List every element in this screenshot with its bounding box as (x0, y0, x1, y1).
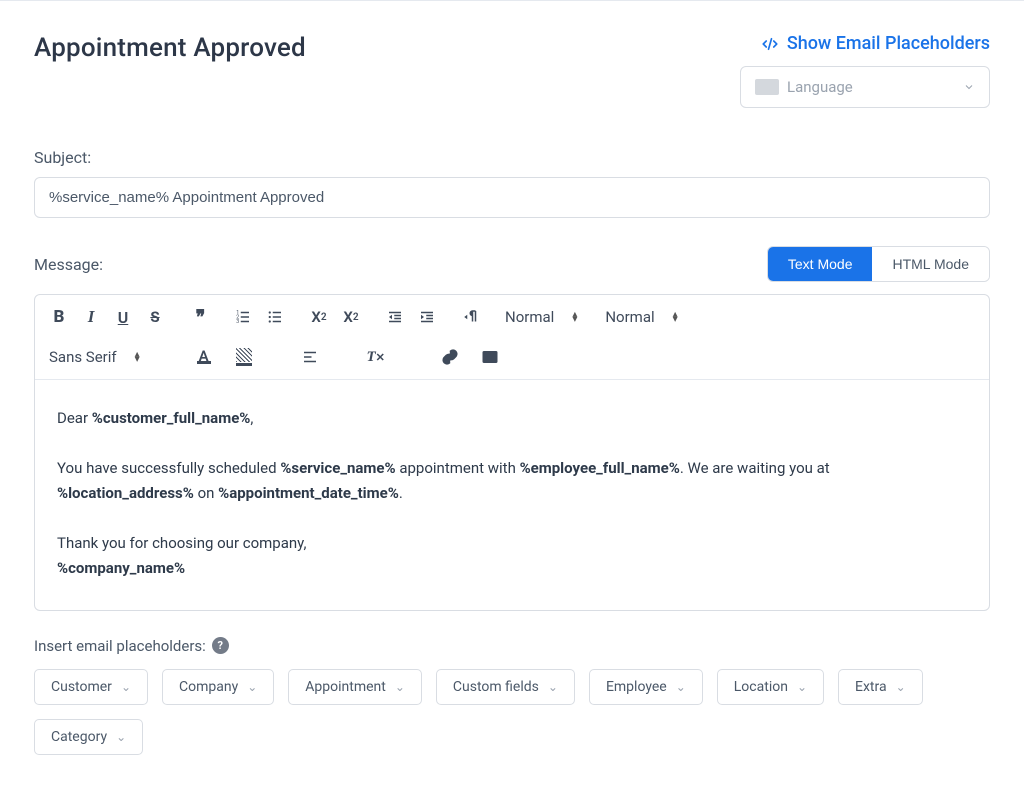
placeholder-pill-company[interactable]: Company ⌄ (162, 669, 274, 705)
placeholder-employee: %employee_full_name% (520, 459, 680, 477)
chevron-down-icon: ⌄ (247, 680, 257, 694)
message-editor: B I U S ❜❜ 123 X2 X2 (34, 294, 990, 611)
pill-label: Extra (855, 679, 887, 695)
body-text: Thank you for choosing our company, (57, 534, 306, 552)
superscript-button[interactable]: X2 (341, 305, 361, 329)
chevron-down-icon: ⌄ (395, 680, 405, 694)
pill-label: Company (179, 679, 238, 695)
help-icon[interactable]: ? (212, 637, 229, 654)
ordered-list-button[interactable]: 123 (233, 305, 253, 329)
code-icon (759, 35, 781, 53)
blockquote-button[interactable]: ❜❜ (189, 305, 209, 329)
body-text: appointment with (396, 459, 520, 477)
html-mode-button[interactable]: HTML Mode (872, 247, 989, 281)
placeholder-pill-customer[interactable]: Customer ⌄ (34, 669, 148, 705)
chevron-down-icon: ⌄ (121, 680, 131, 694)
body-text: Dear (57, 409, 92, 427)
body-text: , (250, 409, 253, 427)
outdent-button[interactable] (385, 305, 405, 329)
font-select-label: Sans Serif (49, 348, 117, 366)
flag-icon (755, 79, 779, 95)
placeholder-service: %service_name% (280, 459, 395, 477)
header-select[interactable]: Normal ▴▾ (505, 308, 581, 326)
message-label: Message: (34, 255, 103, 274)
header-select-label: Normal (505, 308, 554, 326)
link-button[interactable] (440, 345, 460, 369)
body-text: . We are waiting you at (680, 459, 830, 477)
mode-toggle: Text Mode HTML Mode (767, 246, 990, 282)
caret-updown-icon: ▴▾ (572, 312, 577, 322)
body-text: You have successfully scheduled (57, 459, 280, 477)
chevron-down-icon: ⌄ (896, 680, 906, 694)
caret-updown-icon: ▴▾ (673, 312, 678, 322)
body-text: . (399, 484, 403, 502)
placeholder-pill-appointment[interactable]: Appointment ⌄ (288, 669, 422, 705)
pill-label: Custom fields (453, 679, 539, 695)
placeholder-datetime: %appointment_date_time% (218, 484, 399, 502)
font-color-button[interactable]: A (194, 345, 214, 369)
insert-placeholders-label: Insert email placeholders: (34, 637, 206, 655)
header-row: Appointment Approved Show Email Placehol… (34, 33, 990, 108)
placeholder-location: %location_address% (57, 484, 194, 502)
indent-button[interactable] (417, 305, 437, 329)
placeholder-pill-employee[interactable]: Employee ⌄ (589, 669, 703, 705)
show-email-placeholders-link[interactable]: Show Email Placeholders (759, 33, 990, 54)
message-textarea[interactable]: Dear %customer_full_name%, You have succ… (35, 380, 989, 610)
pill-label: Customer (51, 679, 112, 695)
bold-button[interactable]: B (49, 305, 69, 329)
unordered-list-button[interactable] (265, 305, 285, 329)
font-select[interactable]: Sans Serif ▴▾ (49, 348, 144, 366)
page-title: Appointment Approved (34, 33, 306, 63)
placeholder-pills: Customer ⌄ Company ⌄ Appointment ⌄ Custom f… (34, 669, 990, 755)
strike-button[interactable]: S (145, 305, 165, 329)
placeholder-pill-location[interactable]: Location ⌄ (717, 669, 824, 705)
subscript-button[interactable]: X2 (309, 305, 329, 329)
subject-input[interactable] (34, 177, 990, 218)
chevron-down-icon: ⌄ (676, 680, 686, 694)
pill-label: Location (734, 679, 788, 695)
align-button[interactable] (300, 345, 320, 369)
language-placeholder: Language (787, 78, 853, 96)
show-placeholders-text: Show Email Placeholders (787, 33, 990, 54)
size-select-label: Normal (605, 308, 654, 326)
chevron-down-icon: ⌄ (797, 680, 807, 694)
placeholder-pill-extra[interactable]: Extra ⌄ (838, 669, 923, 705)
chevron-down-icon: ⌄ (548, 680, 558, 694)
direction-button[interactable] (461, 305, 481, 329)
italic-button[interactable]: I (81, 305, 101, 329)
underline-button[interactable]: U (113, 305, 133, 329)
pill-label: Appointment (305, 679, 386, 695)
text-mode-button[interactable]: Text Mode (768, 247, 873, 281)
language-select[interactable]: Language (740, 66, 990, 108)
placeholder-company: %company_name% (57, 559, 185, 577)
size-select[interactable]: Normal ▴▾ (605, 308, 681, 326)
caret-updown-icon: ▴▾ (135, 352, 140, 362)
placeholder-pill-category[interactable]: Category ⌄ (34, 719, 143, 755)
pill-label: Employee (606, 679, 667, 695)
placeholder-pill-custom-fields[interactable]: Custom fields ⌄ (436, 669, 575, 705)
highlight-button[interactable] (234, 345, 254, 369)
chevron-down-icon: ⌄ (116, 730, 126, 744)
svg-text:3: 3 (236, 319, 239, 325)
chevron-down-icon (963, 78, 975, 97)
clear-format-button[interactable]: T✕ (366, 345, 386, 369)
placeholder-customer: %customer_full_name% (92, 409, 251, 427)
editor-toolbar: B I U S ❜❜ 123 X2 X2 (35, 295, 989, 380)
body-text: on (194, 484, 218, 502)
image-button[interactable] (480, 345, 500, 369)
subject-label: Subject: (34, 148, 990, 167)
pill-label: Category (51, 729, 107, 745)
